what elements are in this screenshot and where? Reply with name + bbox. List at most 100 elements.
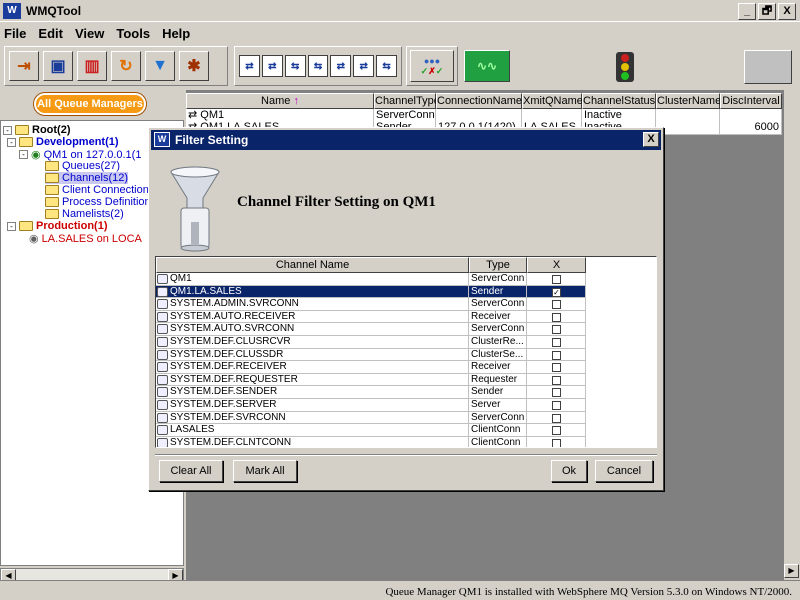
dialog-close-button[interactable]: X — [643, 132, 659, 147]
channel-icon — [157, 374, 168, 385]
cell-channel-name: SYSTEM.DEF.SERVER — [156, 399, 469, 412]
table-row[interactable]: SYSTEM.ADMIN.SVRCONN ServerConn — [156, 298, 586, 311]
cell-discinterval: 6000 — [720, 121, 782, 135]
channel-stop-icon[interactable]: ⇄ — [261, 55, 283, 77]
queue-status-icon[interactable]: ●●● ✓✗✓ — [410, 50, 454, 82]
column-header-channelstatus[interactable]: ChannelStatus — [582, 93, 656, 109]
menu-tools[interactable]: Tools — [116, 26, 150, 41]
menu-file[interactable]: File — [4, 26, 26, 41]
dialog-title-bar[interactable]: W Filter Setting X — [151, 130, 661, 150]
table-row[interactable]: SYSTEM.DEF.SERVER Server — [156, 399, 586, 412]
column-header-x[interactable]: X — [527, 257, 586, 273]
tree-node-production[interactable]: - Production(1) — [7, 220, 108, 232]
dialog-heading: Channel Filter Setting on QM1 — [237, 194, 436, 210]
monitor-icon[interactable]: ∿∿ — [464, 50, 510, 82]
tree-node-la-sales[interactable]: ◉ LA.SALES on LOCA — [29, 232, 142, 246]
column-header-channeltype[interactable]: ChannelType — [374, 93, 440, 109]
settings-icon[interactable]: ✱ — [179, 51, 209, 81]
tree-node-queues[interactable]: Queues(27) — [45, 160, 120, 172]
folder-icon — [45, 161, 59, 171]
column-header-xmitqname[interactable]: XmitQName — [522, 93, 583, 109]
filter-icon[interactable]: ▼ — [145, 51, 175, 81]
channel-ping-icon[interactable]: ⇄ — [330, 55, 352, 77]
filter-checkbox[interactable] — [552, 388, 561, 398]
table-row[interactable]: QM1 ServerConn — [156, 273, 586, 286]
table-row[interactable]: SYSTEM.DEF.CLUSSDR ClusterSe... — [156, 348, 586, 362]
cancel-button[interactable]: Cancel — [595, 460, 653, 482]
grid-vertical-scrollbar[interactable]: ▶ — [784, 90, 800, 580]
filter-checkbox[interactable] — [552, 312, 561, 322]
channel-icon: ⇄ — [188, 109, 198, 121]
tree-node-development[interactable]: - Development(1) — [7, 136, 119, 148]
filter-checkbox[interactable] — [552, 438, 561, 447]
filter-checkbox[interactable] — [552, 338, 561, 347]
table-row[interactable]: SYSTEM.DEF.CLUSRCVR ClusterRe... — [156, 336, 586, 349]
tree-node-process-definitions[interactable]: Process Definitions — [45, 196, 156, 208]
clear-all-button[interactable]: Clear All — [159, 460, 223, 482]
menu-edit[interactable]: Edit — [38, 26, 63, 41]
table-row[interactable]: SYSTEM.DEF.REQUESTER Requester — [156, 373, 586, 387]
cell-type: Sender — [469, 386, 527, 399]
chart-icon[interactable]: ▥ — [77, 51, 107, 81]
column-header-channel-name[interactable]: Channel Name — [156, 257, 469, 273]
tree-node-namelists[interactable]: Namelists(2) — [45, 208, 124, 220]
cell-channel-name: SYSTEM.DEF.CLNTCONN — [156, 436, 469, 447]
channel-reset-icon[interactable]: ⇆ — [284, 55, 306, 77]
table-row[interactable]: SYSTEM.DEF.RECEIVER Receiver — [156, 361, 586, 374]
table-row[interactable]: SYSTEM.AUTO.SVRCONN ServerConn — [156, 323, 586, 336]
channel-icon — [157, 337, 168, 347]
table-row[interactable]: LASALES ClientConn — [156, 424, 586, 437]
filter-checkbox[interactable] — [552, 300, 561, 310]
filter-checkbox[interactable] — [552, 363, 561, 373]
collapse-icon[interactable]: - — [19, 150, 28, 159]
channel-icon — [157, 299, 168, 310]
column-header-connectionname[interactable]: ConnectionName — [436, 93, 522, 109]
filter-checkbox[interactable] — [552, 325, 561, 335]
table-row[interactable]: SYSTEM.DEF.CLNTCONN ClientConn — [156, 436, 586, 447]
tree-node-client-connections[interactable]: Client Connections — [45, 184, 154, 196]
minimize-button[interactable]: _ — [738, 3, 756, 20]
cell-type: ClientConn — [469, 424, 527, 437]
exit-icon[interactable]: ⇥ — [9, 51, 39, 81]
filter-checkbox[interactable] — [552, 401, 561, 410]
menu-help[interactable]: Help — [162, 26, 190, 41]
tree-node-label: Namelists(2) — [62, 208, 124, 220]
menu-view[interactable]: View — [75, 26, 104, 41]
table-row[interactable]: SYSTEM.AUTO.RECEIVER Receiver — [156, 310, 586, 324]
mark-all-button[interactable]: Mark All — [233, 460, 297, 482]
collapse-icon[interactable]: - — [7, 221, 16, 231]
window-title: WMQTool — [26, 4, 82, 18]
tree-node-channels[interactable]: Channels(12) — [45, 172, 129, 184]
all-queue-managers-button[interactable]: All Queue Managers — [34, 93, 146, 115]
close-button[interactable]: X — [778, 3, 796, 20]
column-header-clustername[interactable]: ClusterName — [656, 93, 721, 109]
column-header-name[interactable]: Name ↑ — [186, 93, 374, 109]
table-row[interactable]: SYSTEM.DEF.SVRCONN ServerConn — [156, 411, 586, 425]
collapse-icon[interactable]: - — [3, 125, 12, 135]
column-header-discinterval[interactable]: DiscInterval — [720, 93, 782, 109]
filter-checkbox[interactable]: ✓ — [552, 287, 561, 297]
panel-toggle-button[interactable] — [744, 50, 792, 84]
filter-checkbox[interactable] — [552, 350, 561, 360]
channel-status-icon[interactable]: ⇄ — [353, 55, 375, 77]
filter-checkbox[interactable] — [552, 375, 561, 385]
channel-icon — [157, 362, 168, 373]
channel-start-icon[interactable]: ⇄ — [239, 55, 260, 77]
restore-button[interactable]: 🗗 — [758, 3, 776, 20]
column-header-type[interactable]: Type — [469, 257, 527, 273]
ok-button[interactable]: Ok — [551, 460, 587, 482]
save-icon[interactable]: ▣ — [43, 51, 73, 81]
channel-resolve-icon[interactable]: ⇆ — [307, 55, 329, 77]
table-row[interactable]: SYSTEM.DEF.SENDER Sender — [156, 386, 586, 399]
channel-clear-icon[interactable]: ⇆ — [376, 55, 398, 77]
table-row[interactable]: QM1.LA.SALES Sender ✓ — [156, 285, 586, 299]
filter-checkbox[interactable] — [552, 413, 561, 423]
filter-checkbox[interactable] — [552, 426, 561, 436]
queue-manager-icon: ◉ — [31, 149, 41, 161]
filter-checkbox[interactable] — [552, 275, 561, 284]
refresh-icon[interactable]: ↻ — [111, 51, 141, 81]
collapse-icon[interactable]: - — [7, 137, 16, 147]
channel-icon — [157, 400, 168, 410]
tree-node-root[interactable]: - Root(2) — [3, 124, 71, 136]
scroll-right-icon[interactable]: ▶ — [784, 564, 799, 578]
